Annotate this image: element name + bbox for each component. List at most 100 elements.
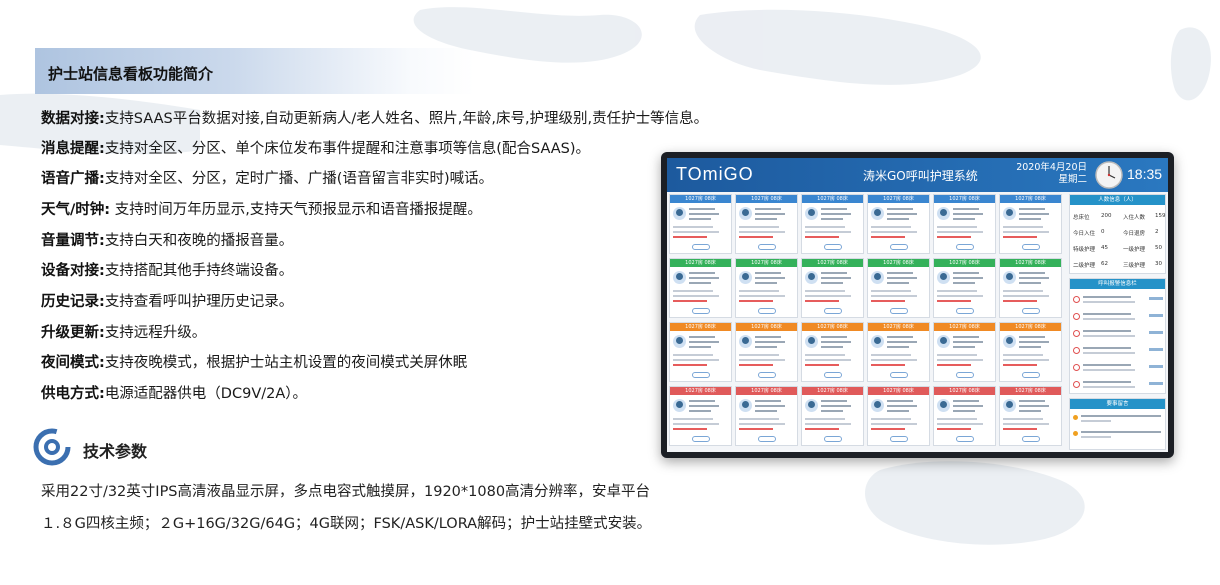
bed-card[interactable]: 1027房 08床 [867, 322, 930, 382]
feature-label: 升级更新: [41, 325, 105, 341]
feature-line: 天气/时钟: 支持时间万年历显示,支持天气预报显示和语音播报提醒。 [41, 198, 482, 219]
card-detail-button[interactable] [1022, 244, 1040, 250]
call-alarm-item[interactable] [1073, 361, 1163, 375]
bed-card[interactable]: 1027房 08床 [867, 194, 930, 254]
bed-card[interactable]: 1027房 08床 [669, 386, 732, 446]
patient-avatar [937, 399, 950, 412]
feature-label: 天气/时钟: [41, 202, 111, 218]
bed-card[interactable]: 1027房 08床 [735, 194, 798, 254]
call-alarm-item[interactable] [1073, 344, 1163, 358]
message-item [1073, 429, 1163, 441]
stat-row: 特级护理 45 一级护理 50 [1073, 245, 1162, 253]
bed-card-header: 1027房 08床 [670, 387, 731, 395]
bed-card-header: 1027房 08床 [802, 323, 863, 331]
bed-card[interactable]: 1027房 08床 [801, 258, 864, 318]
bed-card-header: 1027房 08床 [868, 195, 929, 203]
bed-card[interactable]: 1027房 08床 [801, 322, 864, 382]
card-detail-button[interactable] [956, 244, 974, 250]
card-detail-button[interactable] [890, 436, 908, 442]
bed-card[interactable]: 1027房 08床 [999, 386, 1062, 446]
patient-avatar [739, 207, 752, 220]
bed-card[interactable]: 1027房 08床 [801, 386, 864, 446]
brand-logo: TOmiGO [676, 164, 754, 184]
card-detail-button[interactable] [824, 308, 842, 314]
time-display: 18:35 [1127, 166, 1163, 182]
patient-avatar [1003, 207, 1016, 220]
card-detail-button[interactable] [758, 308, 776, 314]
bed-card[interactable]: 1027房 08床 [933, 386, 996, 446]
bed-card[interactable]: 1027房 08床 [999, 194, 1062, 254]
bed-card[interactable]: 1027房 08床 [669, 258, 732, 318]
phone-icon [1073, 313, 1080, 320]
feature-label: 设备对接: [41, 263, 105, 279]
card-detail-button[interactable] [692, 436, 710, 442]
card-detail-button[interactable] [956, 436, 974, 442]
bed-card-header: 1027房 08床 [1000, 259, 1061, 267]
card-detail-button[interactable] [824, 372, 842, 378]
bed-card[interactable]: 1027房 08床 [867, 386, 930, 446]
bed-card[interactable]: 1027房 08床 [933, 194, 996, 254]
bed-card[interactable]: 1027房 08床 [999, 322, 1062, 382]
bed-card-header: 1027房 08床 [670, 259, 731, 267]
call-alarm-item[interactable] [1073, 293, 1163, 307]
card-detail-button[interactable] [824, 436, 842, 442]
bed-card[interactable]: 1027房 08床 [801, 194, 864, 254]
card-detail-button[interactable] [758, 244, 776, 250]
bed-card[interactable]: 1027房 08床 [933, 258, 996, 318]
bed-card-header: 1027房 08床 [802, 195, 863, 203]
patient-avatar [673, 399, 686, 412]
message-item [1073, 413, 1163, 425]
card-detail-button[interactable] [758, 372, 776, 378]
message-panel-title: 要事留言 [1070, 399, 1165, 409]
card-detail-button[interactable] [956, 372, 974, 378]
call-alarm-item[interactable] [1073, 378, 1163, 392]
call-alarm-item[interactable] [1073, 310, 1163, 324]
patient-avatar [1003, 271, 1016, 284]
bed-card-header: 1027房 08床 [736, 387, 797, 395]
phone-icon [1073, 381, 1080, 388]
phone-icon [1073, 364, 1080, 371]
feature-label: 音量调节: [41, 233, 105, 249]
card-detail-button[interactable] [758, 436, 776, 442]
card-detail-button[interactable] [956, 308, 974, 314]
call-alarm-item[interactable] [1073, 327, 1163, 341]
bed-card[interactable]: 1027房 08床 [669, 194, 732, 254]
feature-label: 供电方式: [41, 386, 105, 402]
occupancy-panel: 人数信息（人） 总床位 200 入住人数 159 今日入住 0 今日退房 2 特级护理 … [1069, 194, 1166, 274]
bed-card-header: 1027房 08床 [868, 259, 929, 267]
bed-card[interactable]: 1027房 08床 [999, 258, 1062, 318]
bed-card[interactable]: 1027房 08床 [735, 258, 798, 318]
patient-avatar [805, 335, 818, 348]
card-detail-button[interactable] [692, 372, 710, 378]
feature-line: 夜间模式:支持夜晚模式，根据护士站主机设置的夜间模式关屏休眠 [41, 351, 467, 372]
bed-card[interactable]: 1027房 08床 [735, 322, 798, 382]
bed-card-header: 1027房 08床 [802, 259, 863, 267]
bed-card[interactable]: 1027房 08床 [867, 258, 930, 318]
card-detail-button[interactable] [692, 308, 710, 314]
bed-card-header: 1027房 08床 [1000, 387, 1061, 395]
card-detail-button[interactable] [890, 372, 908, 378]
occupancy-panel-title: 人数信息（人） [1070, 195, 1165, 205]
bed-card-header: 1027房 08床 [736, 323, 797, 331]
bed-card-header: 1027房 08床 [934, 259, 995, 267]
card-detail-button[interactable] [890, 308, 908, 314]
patient-avatar [739, 271, 752, 284]
card-detail-button[interactable] [824, 244, 842, 250]
bed-card-header: 1027房 08床 [934, 323, 995, 331]
card-detail-button[interactable] [692, 244, 710, 250]
feature-text: 支持对全区、分区、单个床位发布事件提醒和注意事项等信息(配合SAAS)。 [104, 141, 591, 157]
patient-avatar [673, 271, 686, 284]
card-detail-button[interactable] [1022, 436, 1040, 442]
bed-card[interactable]: 1027房 08床 [933, 322, 996, 382]
card-detail-button[interactable] [890, 244, 908, 250]
patient-avatar [1003, 399, 1016, 412]
bed-card[interactable]: 1027房 08床 [735, 386, 798, 446]
feature-text: 支持白天和夜晚的播报音量。 [104, 233, 294, 249]
patient-avatar [937, 207, 950, 220]
card-detail-button[interactable] [1022, 372, 1040, 378]
bed-card-header: 1027房 08床 [868, 387, 929, 395]
feature-label: 数据对接: [41, 111, 105, 127]
bed-card[interactable]: 1027房 08床 [669, 322, 732, 382]
card-detail-button[interactable] [1022, 308, 1040, 314]
bed-card-header: 1027房 08床 [802, 387, 863, 395]
